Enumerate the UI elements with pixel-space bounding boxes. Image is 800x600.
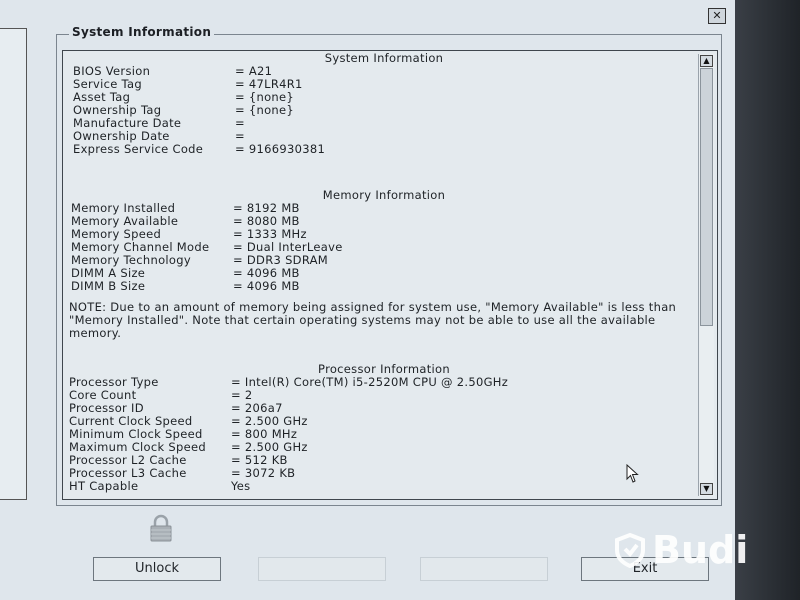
processor-info-row: Processor L3 Cache = 3072 KB [69,467,699,480]
close-button[interactable]: ✕ [708,8,726,24]
processor-info-row: Processor Type = Intel(R) Core(TM) i5-252… [69,376,699,389]
row-label: Express Service Code [73,142,204,156]
row-value: = 4096 MB [233,279,300,293]
memory-info-row: Memory Available = 8080 MB [71,215,699,228]
row-value: = 9166930381 [235,142,326,156]
row-label: HT Capable [69,479,139,493]
shield-icon [615,532,645,568]
row-label: DIMM B Size [71,279,146,293]
system-info-panel[interactable]: System Information BIOS Version = A21 Serv… [62,50,718,500]
memory-info-row: DIMM A Size = 4096 MB [71,267,699,280]
system-section-title: System Information [324,51,444,65]
lock-icon [150,514,172,542]
monitor-bezel [735,0,800,600]
row-value: Yes [231,479,251,493]
system-rows: BIOS Version = A21 Service Tag = 47LR4R1 Ass… [69,65,699,156]
system-info-row: Asset Tag = {none} [73,91,699,104]
memory-rows: Memory Installed = 8192 MB Memory Availabl… [69,202,699,293]
system-info-row: Service Tag = 47LR4R1 [73,78,699,91]
scroll-up-icon[interactable]: ▲ [700,55,713,67]
system-info-row: Express Service Code = 9166930381 [73,143,699,156]
memory-note: NOTE: Due to an amount of memory being a… [69,300,677,340]
watermark: Budi [612,528,748,572]
settings-tree-pane[interactable] [0,28,27,500]
processor-info-row: HT Capable Yes [69,480,699,493]
row-value: = Intel(R) Core(TM) i5-2520M CPU @ 2.50G… [231,375,509,389]
processor-rows: Processor Type = Intel(R) Core(TM) i5-252… [69,376,699,493]
info-content: System Information BIOS Version = A21 Serv… [69,51,699,493]
scroll-thumb[interactable] [700,68,713,326]
memory-info-row: DIMM B Size = 4096 MB [71,280,699,293]
watermark-text: Budi [652,528,749,572]
disabled-button-1 [258,557,386,581]
groupbox-title: System Information [69,25,215,39]
vertical-scrollbar[interactable]: ▲ ▼ [698,54,714,496]
mouse-cursor-icon [626,464,639,483]
scroll-down-icon[interactable]: ▼ [700,483,713,495]
disabled-button-2 [420,557,548,581]
memory-info-row: Memory Technology = DDR3 SDRAM [71,254,699,267]
system-info-row: BIOS Version = A21 [73,65,699,78]
unlock-button[interactable]: Unlock [93,557,221,581]
processor-info-row: Core Count = 2 [69,389,699,402]
